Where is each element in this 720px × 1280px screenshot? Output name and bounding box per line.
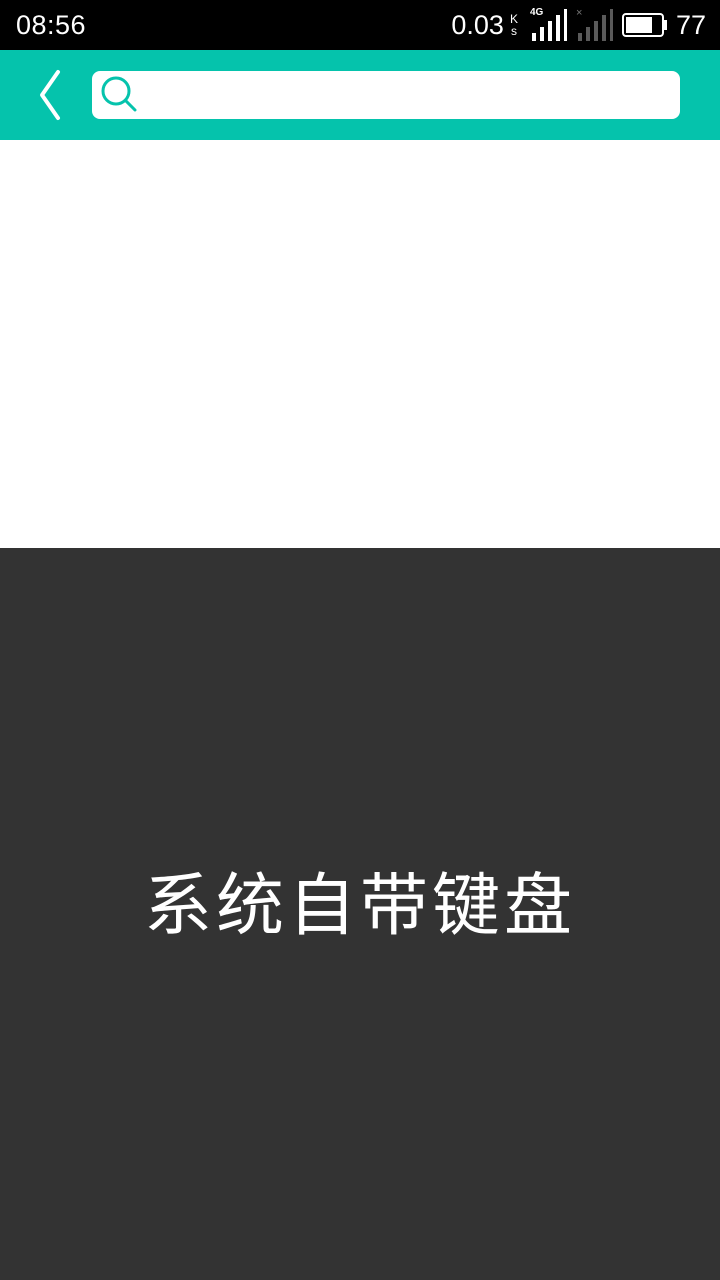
battery: 77 (621, 9, 706, 41)
search-results-area (0, 140, 720, 548)
back-button[interactable] (26, 68, 76, 122)
search-toolbar (0, 50, 720, 140)
screen: 08:56 0.03 K s 4G × 77 系统自带键盘 (0, 0, 720, 1280)
battery-level: 77 (675, 9, 706, 40)
status-time: 08:56 (16, 9, 87, 40)
keyboard-label: 系统自带键盘 (143, 866, 576, 946)
search-icon (100, 75, 140, 115)
battery-fill (625, 17, 652, 33)
signal-sim2-icon: × (576, 7, 614, 43)
search-box[interactable] (92, 71, 680, 119)
signal-4g-icon: 4G (530, 7, 568, 43)
network-unit-bottom: s (510, 24, 517, 38)
no-signal-mark: × (575, 7, 583, 19)
status-bar: 08:56 0.03 K s 4G × 77 (0, 0, 720, 50)
chevron-left-icon (40, 70, 60, 120)
status-right: 0.03 K s 4G × 77 (451, 7, 706, 43)
network-speed: 0.03 (451, 9, 504, 40)
network-speed-unit: K s (510, 13, 518, 37)
signal-4g-label: 4G (529, 7, 544, 18)
search-input[interactable] (140, 75, 680, 115)
battery-icon (621, 13, 667, 37)
keyboard-area[interactable]: 系统自带键盘 (0, 548, 720, 1280)
